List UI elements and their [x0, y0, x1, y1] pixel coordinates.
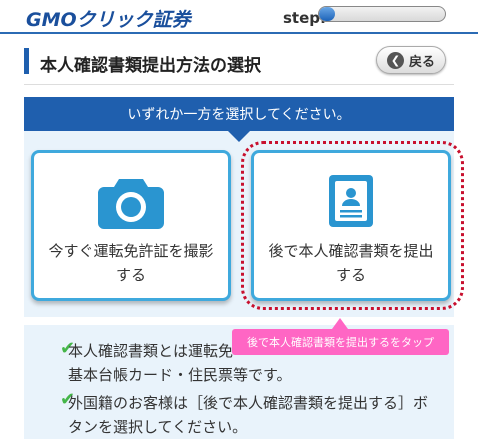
take-photo-now-button[interactable]: 今すぐ運転免許証を撮影 する [31, 150, 231, 301]
back-arrow-icon: ❮ [386, 51, 404, 69]
tap-highlight-outline [241, 141, 464, 310]
title-accent-bar [24, 48, 29, 74]
info-item-line2: タンを選択してください。 [68, 418, 248, 436]
info-item-line1: 外国籍のお客様は［後で本人確認書類を提出する］ボ [68, 394, 429, 412]
instruction-text: いずれか一方を選択してください。 [127, 107, 351, 123]
camera-icon [98, 179, 164, 229]
take-photo-label-line1: 今すぐ運転免許証を撮影 [48, 242, 214, 260]
step-progress-fill [319, 7, 336, 21]
info-item-line2: 基本台帳カード・住民票等です。 [68, 366, 292, 384]
instruction-banner: いずれか一方を選択してください。 [24, 97, 454, 131]
banner-arrow [228, 131, 250, 142]
back-button-label: 戻る [408, 54, 435, 70]
tooltip-text: 後で本人確認書類を提出するをタップ [247, 336, 434, 349]
brand-logo: GMOクリック証券 [26, 9, 191, 31]
app-header: GMOクリック証券 step: [0, 0, 478, 32]
tooltip-tail [332, 318, 348, 329]
take-photo-label: 今すぐ運転免許証を撮影 する [34, 239, 228, 287]
back-button[interactable]: ❮ 戻る [376, 46, 446, 74]
tap-instruction-tooltip: 後で本人確認書類を提出するをタップ [232, 329, 449, 355]
title-divider [24, 84, 454, 85]
header-divider [0, 32, 478, 34]
page-title: 本人確認書類提出方法の選択 [40, 56, 261, 76]
take-photo-label-line2: する [115, 266, 146, 284]
info-item: 外国籍のお客様は［後で本人確認書類を提出する］ボ タンを選択してください。 [68, 391, 428, 439]
step-progress-bar [318, 6, 446, 22]
